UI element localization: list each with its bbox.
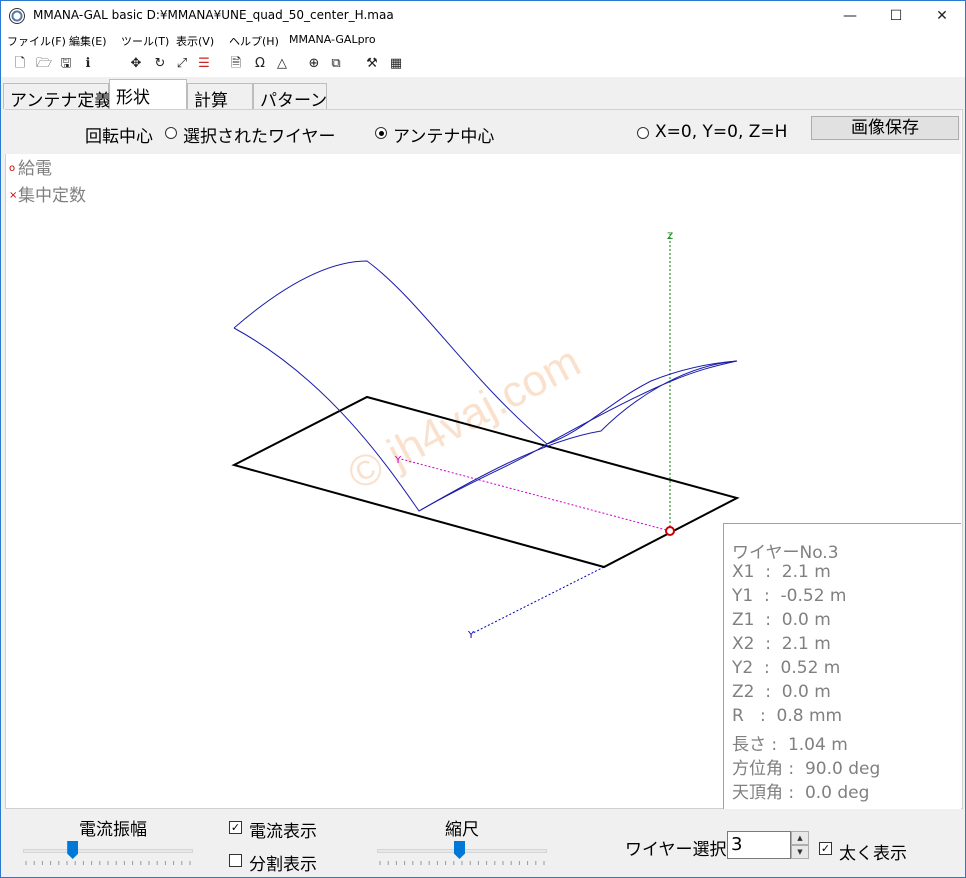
menu-bar: ファイル(F) 編集(E) ツール(T) 表示(V) ヘルプ(H) MMANA-… — [1, 31, 965, 51]
omega-icon[interactable]: Ω — [251, 55, 269, 73]
minimize-button[interactable]: — — [827, 1, 873, 31]
close-button[interactable]: ✕ — [919, 1, 965, 31]
wire-info-z2: Z2 : 0.0 m — [732, 682, 831, 702]
tools-icon[interactable]: ⚒ — [363, 55, 381, 73]
radio-origin[interactable] — [637, 127, 649, 139]
wire-info-x2: X2 : 2.1 m — [732, 634, 831, 654]
radio-antenna-center-label[interactable]: アンテナ中心 — [393, 122, 494, 147]
crosshair-icon[interactable]: ⊕ — [305, 55, 323, 73]
wire-info-radius: R : 0.8 mm — [732, 706, 843, 726]
bold-display-label[interactable]: 太く表示 — [839, 839, 907, 864]
menu-edit[interactable]: 編集(E) — [69, 33, 107, 49]
menu-mmana-galpro[interactable]: MMANA-GALpro — [289, 33, 376, 46]
menu-file[interactable]: ファイル(F) — [7, 33, 66, 49]
app-window: MMANA-GAL basic D:¥MMANA¥UNE_quad_50_cen… — [0, 0, 966, 878]
bold-display-checkbox[interactable]: ✓ — [819, 842, 832, 855]
wire-select-input[interactable]: 3 — [727, 831, 791, 859]
calculator-icon[interactable]: ▦ — [387, 55, 405, 73]
new-file-icon[interactable]: 🗋 — [11, 55, 29, 73]
tab-calculate[interactable]: 計算 — [187, 83, 253, 111]
radio-selected-wire-label[interactable]: 選択されたワイヤー — [183, 122, 336, 147]
radio-selected-wire[interactable] — [165, 127, 177, 139]
tab-geometry[interactable]: 形状 — [109, 79, 187, 109]
maximize-button[interactable]: ☐ — [873, 1, 919, 31]
radio-antenna-center[interactable] — [375, 127, 387, 139]
wire-info-azimuth: 方位角 : 90.0 deg — [732, 759, 881, 779]
app-logo-icon — [9, 8, 25, 24]
show-current-checkbox[interactable]: ✓ — [229, 821, 242, 834]
wire-info-title: ワイヤーNo.3 — [732, 543, 839, 563]
rotation-center-label: 回転中心 — [85, 127, 153, 147]
y-axis-label: Y — [467, 630, 475, 641]
z-axis-label: Z — [667, 232, 673, 242]
rotation-center-bar: 回転中心 選択されたワイヤー アンテナ中心 X=0, Y=0, Z=H 画像保存 — [5, 110, 961, 154]
save-image-button[interactable]: 画像保存 — [811, 116, 959, 140]
rotate-icon[interactable]: ↻ — [151, 55, 169, 73]
x-axis-label: Y — [394, 455, 402, 466]
wire-info-y1: Y1 : -0.52 m — [732, 586, 847, 606]
wire-info-x1: X1 : 2.1 m — [732, 562, 831, 582]
menu-help[interactable]: ヘルプ(H) — [229, 33, 279, 49]
spin-up-icon[interactable]: ▲ — [791, 831, 809, 845]
tab-pattern[interactable]: パターン — [253, 83, 327, 111]
triangle-icon[interactable]: △ — [273, 55, 291, 73]
save-disk-icon[interactable]: 🖫 — [57, 55, 75, 73]
scale-label: 縮尺 — [445, 820, 479, 840]
current-amplitude-ticks — [25, 861, 191, 865]
wire-select-spinner: ▲ ▼ — [791, 831, 809, 859]
wire-info-panel: ワイヤーNo.3 X1 : 2.1 m Y1 : -0.52 m Z1 : 0.… — [723, 523, 961, 809]
copy-icon[interactable]: ⧉ — [327, 55, 345, 73]
scale-slider[interactable] — [454, 841, 465, 859]
feed-point-marker[interactable] — [665, 526, 675, 536]
current-amplitude-slider[interactable] — [67, 841, 79, 859]
menu-view[interactable]: 表示(V) — [176, 33, 214, 49]
wire-info-z1: Z1 : 0.0 m — [732, 610, 831, 630]
wire-list-icon[interactable]: ☰ — [195, 55, 213, 73]
wire-select-label: ワイヤー選択 — [625, 840, 727, 860]
wire-info-y2: Y2 : 0.52 m — [732, 658, 841, 678]
radio-origin-label[interactable]: X=0, Y=0, Z=H — [655, 122, 799, 142]
move-icon[interactable]: ✥ — [127, 55, 145, 73]
tab-antenna-definition[interactable]: アンテナ定義 — [3, 83, 111, 111]
y-axis — [472, 566, 605, 634]
window-title: MMANA-GAL basic D:¥MMANA¥UNE_quad_50_cen… — [33, 8, 394, 22]
show-segments-label[interactable]: 分割表示 — [249, 850, 317, 875]
open-folder-icon[interactable]: 🗁 — [35, 55, 53, 73]
scale-ticks — [379, 861, 545, 865]
toolbar: 🗋 🗁 🖫 ℹ ✥ ↻ ⤢ ☰ 🗎 Ω △ ⊕ ⧉ ⚒ ▦ — [1, 51, 965, 77]
bottom-controls: 電流振幅 ✓ 電流表示 分割表示 縮尺 ワイヤー選択 3 ▲ ▼ ✓ 太く表示 — [5, 809, 961, 877]
wire-info-length: 長さ : 1.04 m — [732, 735, 848, 755]
title-bar: MMANA-GAL basic D:¥MMANA¥UNE_quad_50_cen… — [1, 1, 965, 31]
current-amplitude-label: 電流振幅 — [79, 820, 147, 840]
resize-icon[interactable]: ⤢ — [173, 55, 191, 73]
menu-tools[interactable]: ツール(T) — [121, 33, 169, 49]
show-current-label[interactable]: 電流表示 — [249, 817, 317, 842]
document-icon[interactable]: 🗎 — [227, 55, 245, 73]
show-segments-checkbox[interactable] — [229, 854, 242, 867]
x-axis — [400, 458, 671, 532]
tab-strip: アンテナ定義 形状 計算 パターン — [1, 79, 965, 111]
current-amplitude-track[interactable] — [23, 849, 193, 853]
info-icon[interactable]: ℹ — [79, 55, 97, 73]
wire-info-zenith: 天頂角 : 0.0 deg — [732, 783, 870, 803]
spin-down-icon[interactable]: ▼ — [791, 845, 809, 859]
